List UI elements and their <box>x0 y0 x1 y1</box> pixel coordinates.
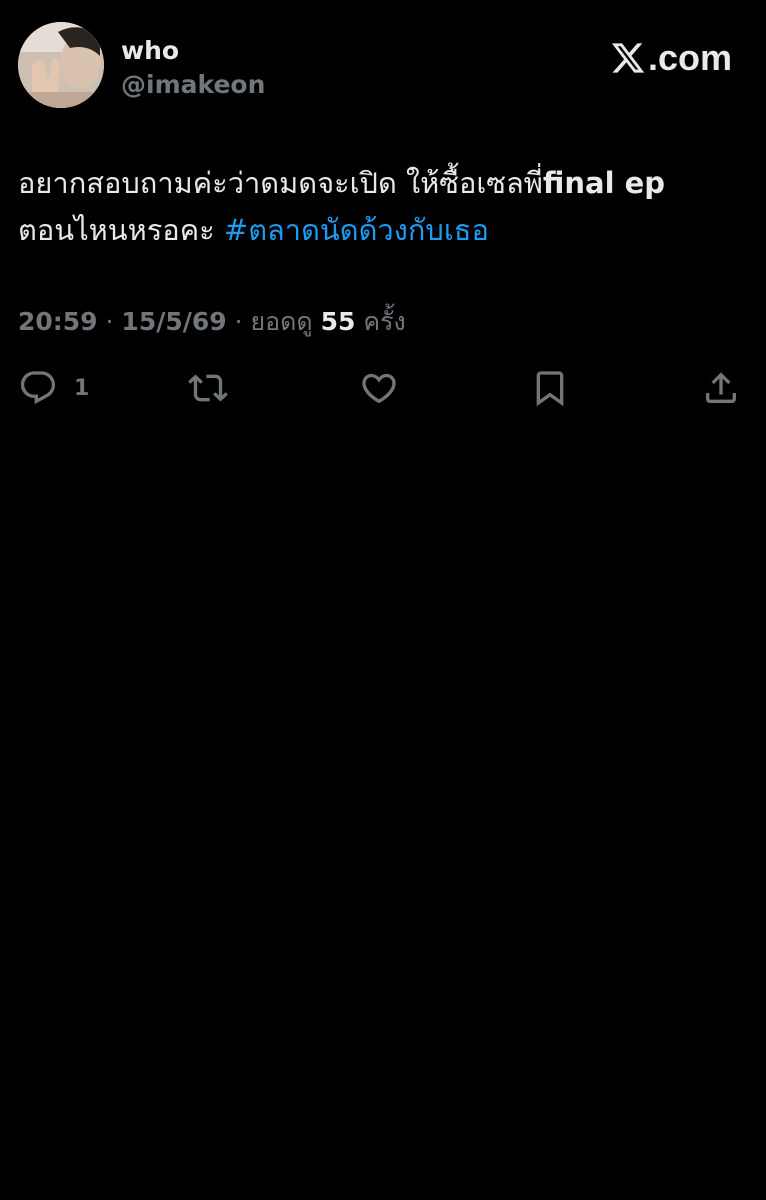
tweet-date[interactable]: 15/5/69 <box>121 307 226 336</box>
retweet-button[interactable] <box>188 366 228 410</box>
tweet-line-1-bold: final ep <box>542 166 666 200</box>
retweet-icon <box>188 374 228 402</box>
views-unit: ครั้ง <box>363 307 406 336</box>
tweet-line-1-text: อยากสอบถามค่ะว่าดมดจะเปิด ให้ซื้อเซลพี่ <box>18 166 543 200</box>
like-icon <box>362 373 396 404</box>
brand-logo: .com <box>610 38 732 78</box>
views-label: ยอดดู <box>250 307 313 336</box>
tweet-time[interactable]: 20:59 <box>18 307 98 336</box>
bookmark-button[interactable] <box>530 366 570 410</box>
share-icon <box>706 372 736 403</box>
tweet-text: อยากสอบถามค่ะว่าดมดจะเปิด ให้ซื้อเซลพี่f… <box>18 160 748 254</box>
x-logo-icon <box>611 43 645 73</box>
brand-text: .com <box>647 37 732 78</box>
action-bar: 1 <box>0 366 766 410</box>
meta-separator: · <box>97 307 122 336</box>
tweet-line-1: อยากสอบถามค่ะว่าดมดจะเปิด ให้ซื้อเซลพี่f… <box>18 160 748 207</box>
tweet-meta: 20:59 · 15/5/69 · ยอดดู 55 ครั้ง <box>18 304 406 340</box>
reply-button[interactable]: 1 <box>18 366 89 410</box>
hashtag-link[interactable]: #ตลาดนัดด้วงกับเธอ <box>224 213 489 247</box>
tweet-line-2-text: ตอนไหนหรอคะ <box>18 213 224 247</box>
avatar-photo-icon <box>18 22 104 108</box>
author-name[interactable]: who <box>121 36 179 66</box>
bookmark-icon <box>536 371 564 407</box>
tweet-card: who @imakeon .com อยากสอบถามค่ะว่าดมดจะเ… <box>0 0 766 420</box>
tweet-line-2: ตอนไหนหรอคะ #ตลาดนัดด้วงกับเธอ <box>18 207 748 254</box>
reply-icon <box>20 371 56 405</box>
views-count: 55 <box>320 307 356 336</box>
author-handle[interactable]: @imakeon <box>121 70 265 100</box>
avatar[interactable] <box>18 22 104 108</box>
like-button[interactable] <box>359 366 399 410</box>
meta-separator: · <box>226 307 251 336</box>
reply-count: 1 <box>74 375 90 401</box>
share-button[interactable] <box>701 366 741 410</box>
